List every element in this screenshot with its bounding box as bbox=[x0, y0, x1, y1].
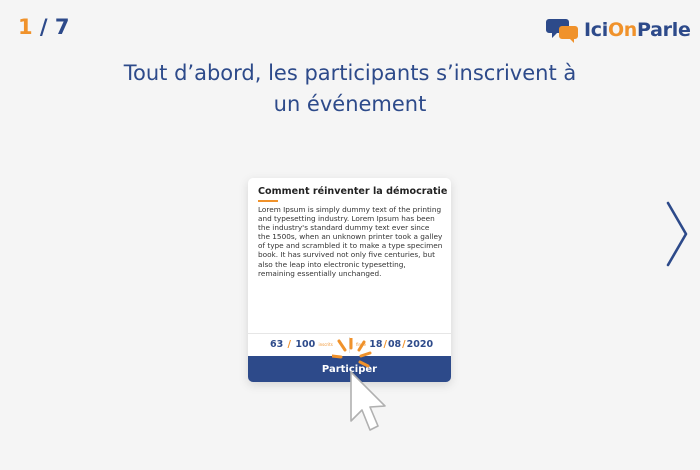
brand-logo: IciOnParle bbox=[546, 16, 691, 44]
chevron-right-icon[interactable] bbox=[664, 199, 690, 269]
brand-name-part2: On bbox=[607, 19, 638, 41]
brand-name-part3: Parle bbox=[637, 19, 691, 41]
participants-stat: 63 / 100 inscrits bbox=[270, 339, 333, 350]
slide-current: 1 bbox=[18, 15, 33, 39]
slide-separator: / bbox=[32, 15, 55, 39]
click-burst-icon bbox=[332, 338, 372, 368]
title-underline bbox=[258, 200, 278, 202]
end-date-year: 2020 bbox=[406, 339, 434, 350]
slide-headline: Tout d’abord, les participants s’inscriv… bbox=[100, 58, 600, 120]
chat-bubbles-icon bbox=[546, 19, 578, 43]
slide-total: 7 bbox=[54, 15, 70, 39]
participants-unit: inscrits bbox=[318, 342, 333, 347]
brand-name-part1: Ici bbox=[584, 19, 608, 41]
mouse-pointer-icon bbox=[332, 338, 386, 431]
brand-name: IciOnParle bbox=[584, 19, 691, 41]
participants-separator: / bbox=[287, 339, 292, 350]
participants-count: 63 bbox=[270, 339, 284, 350]
event-description: Lorem Ipsum is simply dummy text of the … bbox=[258, 205, 443, 278]
headline-line1: Tout d’abord, les participants s’inscriv… bbox=[123, 61, 577, 85]
event-title: Comment réinventer la démocratie ? bbox=[258, 186, 451, 197]
end-date-sep2: / bbox=[402, 339, 406, 350]
participants-max: 100 bbox=[295, 339, 316, 350]
slide-counter: 1 / 7 bbox=[18, 15, 70, 39]
headline-line2: un événement bbox=[273, 92, 427, 116]
